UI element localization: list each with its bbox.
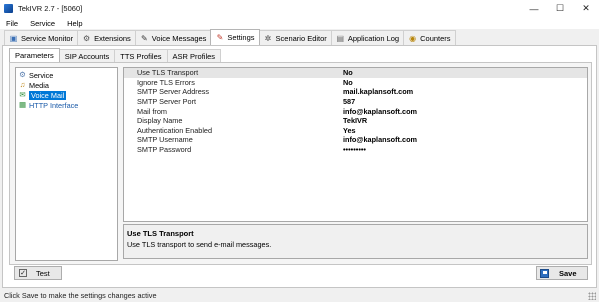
- voice-mail-icon: ✉: [19, 90, 26, 99]
- property-label: Use TLS Transport: [137, 68, 199, 78]
- tab-scenario-editor[interactable]: ✲ Scenario Editor: [258, 30, 332, 45]
- property-value[interactable]: •••••••••: [343, 145, 366, 154]
- tree-item-media[interactable]: ♫ Media: [18, 80, 115, 90]
- tab-extensions[interactable]: ⚙ Extensions: [77, 30, 136, 45]
- tab-label: Service Monitor: [21, 33, 74, 43]
- property-value[interactable]: No: [343, 78, 353, 87]
- property-label: Authentication Enabled: [137, 125, 213, 135]
- save-button-label: Save: [559, 268, 577, 278]
- tab-label: Extensions: [94, 33, 131, 43]
- menu-file[interactable]: File: [0, 19, 24, 28]
- extensions-icon: ⚙: [83, 33, 91, 43]
- tree-item-label: HTTP Interface: [29, 100, 79, 110]
- menu-bar: File Service Help: [0, 17, 599, 29]
- tab-counters[interactable]: ◉ Counters: [403, 30, 456, 45]
- subtab-sip-accounts[interactable]: SIP Accounts: [58, 49, 116, 62]
- description-title: Use TLS Transport: [127, 229, 194, 238]
- settings-tree[interactable]: ⚙ Service ♫ Media ✉ Voice Mail ▦ HTTP In…: [15, 67, 118, 261]
- tree-item-service[interactable]: ⚙ Service: [18, 70, 115, 80]
- voice-messages-icon: ✎: [140, 33, 148, 43]
- property-label: SMTP Username: [137, 135, 193, 145]
- test-button[interactable]: ✓ Test: [14, 266, 62, 280]
- menu-help[interactable]: Help: [61, 19, 88, 28]
- monitor-icon: ▣: [9, 33, 18, 43]
- tab-label: Scenario Editor: [275, 33, 327, 43]
- property-value[interactable]: 587: [343, 97, 355, 106]
- tab-service-monitor[interactable]: ▣ Service Monitor: [4, 30, 79, 45]
- menu-service[interactable]: Service: [24, 19, 61, 28]
- property-label: SMTP Server Port: [137, 97, 197, 107]
- description-text: Use TLS transport to send e-mail message…: [127, 240, 272, 249]
- tab-label: Counters: [420, 33, 451, 43]
- media-icon: ♫: [19, 80, 26, 89]
- test-button-label: Test: [36, 268, 50, 278]
- property-value[interactable]: Yes: [343, 126, 356, 135]
- property-row-smtp-port[interactable]: SMTP Server Port 587: [124, 97, 587, 107]
- property-value[interactable]: info@kaplansoft.com: [343, 107, 417, 116]
- property-row-smtp-server[interactable]: SMTP Server Address mail.kaplansoft.com: [124, 87, 587, 97]
- app-icon: [4, 4, 13, 13]
- property-label: SMTP Password: [137, 145, 192, 155]
- resize-grip-icon[interactable]: [588, 292, 596, 300]
- property-row-use-tls[interactable]: Use TLS Transport No: [124, 68, 587, 78]
- http-interface-icon: ▦: [18, 100, 27, 109]
- property-value[interactable]: No: [343, 68, 353, 77]
- tab-application-log[interactable]: ▤ Application Log: [330, 30, 405, 45]
- tab-label: Voice Messages: [151, 33, 207, 43]
- minimize-button[interactable]: —: [521, 0, 547, 17]
- settings-icon: ✎: [216, 33, 224, 42]
- scenario-editor-icon: ✲: [264, 33, 272, 43]
- tree-item-http-interface[interactable]: ▦ HTTP Interface: [18, 100, 115, 110]
- status-text: Click Save to make the settings changes …: [4, 290, 157, 300]
- maximize-button[interactable]: ☐: [547, 0, 573, 17]
- property-row-smtp-username[interactable]: SMTP Username info@kaplansoft.com: [124, 135, 587, 145]
- property-label: Ignore TLS Errors: [137, 77, 195, 87]
- subtab-tts-profiles[interactable]: TTS Profiles: [114, 49, 168, 62]
- tree-item-label: Service: [29, 70, 54, 80]
- checkbox-icon: ✓: [19, 269, 27, 277]
- service-icon: ⚙: [19, 70, 26, 79]
- property-grid: Use TLS Transport No Ignore TLS Errors N…: [123, 67, 588, 222]
- property-label: Display Name: [137, 116, 183, 126]
- settings-panel: Parameters SIP Accounts TTS Profiles ASR…: [2, 45, 597, 288]
- property-row-ignore-tls-errors[interactable]: Ignore TLS Errors No: [124, 78, 587, 88]
- property-row-display-name[interactable]: Display Name TekIVR: [124, 116, 587, 126]
- log-icon: ▤: [336, 33, 345, 43]
- main-tab-strip: ▣ Service Monitor ⚙ Extensions ✎ Voice M…: [4, 29, 456, 45]
- tab-label: Settings: [227, 33, 255, 42]
- sub-tab-strip: Parameters SIP Accounts TTS Profiles ASR…: [9, 48, 222, 62]
- counters-icon: ◉: [409, 33, 417, 43]
- parameters-panel: ⚙ Service ♫ Media ✉ Voice Mail ▦ HTTP In…: [9, 62, 592, 265]
- property-value[interactable]: TekIVR: [343, 116, 367, 125]
- tree-item-label: Media: [29, 80, 49, 90]
- property-label: SMTP Server Address: [137, 87, 210, 97]
- property-description: Use TLS Transport Use TLS transport to s…: [123, 224, 588, 259]
- property-value[interactable]: info@kaplansoft.com: [343, 135, 417, 144]
- status-bar: Click Save to make the settings changes …: [0, 288, 599, 302]
- property-row-smtp-password[interactable]: SMTP Password •••••••••: [124, 145, 587, 155]
- save-icon: [540, 268, 549, 278]
- tab-voice-messages[interactable]: ✎ Voice Messages: [134, 30, 212, 45]
- tab-settings[interactable]: ✎ Settings: [210, 29, 260, 45]
- title-bar: TekIVR 2.7 - [5060] — ☐ ✕: [0, 0, 599, 17]
- property-row-authentication[interactable]: Authentication Enabled Yes: [124, 126, 587, 136]
- subtab-asr-profiles[interactable]: ASR Profiles: [166, 49, 222, 62]
- subtab-parameters[interactable]: Parameters: [9, 48, 60, 62]
- save-button[interactable]: Save: [536, 266, 588, 280]
- window-title: TekIVR 2.7 - [5060]: [18, 4, 83, 13]
- property-label: Mail from: [137, 106, 167, 116]
- property-value[interactable]: mail.kaplansoft.com: [343, 87, 413, 96]
- tab-label: Application Log: [347, 33, 400, 43]
- close-button[interactable]: ✕: [573, 0, 599, 17]
- tree-item-voice-mail[interactable]: ✉ Voice Mail: [18, 90, 115, 100]
- property-row-mail-from[interactable]: Mail from info@kaplansoft.com: [124, 106, 587, 116]
- tree-item-label: Voice Mail: [29, 90, 67, 100]
